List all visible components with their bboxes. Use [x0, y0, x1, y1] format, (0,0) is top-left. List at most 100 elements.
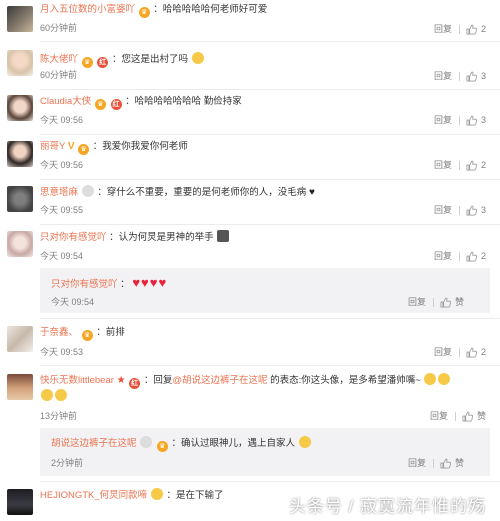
divider [458, 160, 460, 170]
avatar[interactable] [7, 489, 33, 515]
heart-icon: ♥ [141, 275, 149, 290]
crown-icon: ♛ [94, 99, 106, 110]
thumbs-up-icon[interactable] [466, 24, 477, 35]
username[interactable]: 只对你有感觉吖 [40, 232, 107, 243]
avatar[interactable] [7, 374, 33, 400]
divider [458, 347, 460, 357]
avatar[interactable] [7, 326, 33, 352]
divider [458, 251, 460, 261]
comment-text: ：哈哈哈哈哈哈哈 勤俭持家 [125, 96, 242, 107]
heart-icon: ♥ [308, 187, 315, 198]
divider [458, 24, 460, 34]
reply-button[interactable]: 回复 [408, 457, 426, 469]
crown-icon: ♛ [156, 441, 168, 452]
reply-text: ： [120, 279, 130, 290]
thumbs-up-icon[interactable] [440, 297, 451, 308]
divider [432, 458, 434, 468]
username[interactable]: 胡说这边裤子在这呢 [51, 438, 137, 449]
comment-text-prefix: ：回复 [143, 375, 173, 386]
thumbs-up-icon[interactable] [466, 71, 477, 82]
thumbs-up-icon[interactable] [466, 160, 477, 171]
username[interactable]: 于奈鑫、 [40, 327, 78, 338]
comment-text: ：穿什么不重要，重要的是何老师你的人，没毛病 [97, 187, 307, 198]
username[interactable]: 陈大佬吖 [40, 54, 78, 65]
reply-box: 只对你有感觉吖 ： ♥♥♥♥ 今天 09:54 回复 赞 [40, 268, 490, 313]
emoji-icon [150, 488, 163, 500]
crown-icon: ♛ [81, 330, 93, 341]
like-count[interactable]: 2 [481, 159, 486, 171]
laughing-emoji-icon [41, 389, 53, 401]
timestamp: 今天 09:55 [40, 205, 84, 215]
watermark: 头条号 / 寂寞流年惟的殇 [288, 497, 486, 516]
reply-button[interactable]: 回复 [434, 70, 452, 82]
divider [432, 297, 434, 307]
divider [458, 205, 460, 215]
timestamp: 今天 09:53 [40, 347, 84, 357]
reply-button[interactable]: 回复 [434, 250, 452, 262]
username[interactable]: 丽哥Y [40, 141, 65, 152]
divider [458, 115, 460, 125]
laughing-emoji-icon [438, 373, 451, 385]
like-button[interactable]: 赞 [455, 296, 464, 308]
username[interactable]: 快乐无数littlebear [40, 375, 114, 386]
reply-button[interactable]: 回复 [430, 410, 448, 422]
divider [458, 71, 460, 81]
laughing-emoji-icon [424, 373, 437, 385]
thumbs-up-icon[interactable] [466, 205, 477, 216]
reply-button[interactable]: 回复 [434, 114, 452, 126]
thumbs-up-icon[interactable] [462, 411, 473, 422]
like-count[interactable]: 3 [481, 204, 486, 216]
heart-icon: ♥ [132, 275, 141, 290]
emoji-icon [298, 436, 311, 448]
username[interactable]: 思意塔麻 [40, 187, 78, 198]
avatar[interactable] [7, 95, 33, 121]
comment-text: ：是在下输了 [166, 490, 224, 501]
comment-text: ：前排 [96, 327, 125, 338]
like-count[interactable]: 3 [481, 70, 486, 82]
username[interactable]: HEJIONGTK_何炅同款啼 [40, 490, 147, 501]
username[interactable]: 只对你有感觉吖 [51, 279, 118, 290]
divider [40, 318, 500, 319]
avatar[interactable] [7, 231, 33, 257]
thumbs-up-icon[interactable] [466, 347, 477, 358]
reply-button[interactable]: 回复 [434, 346, 452, 358]
comment-text: ：您这是出村了吗 [111, 54, 188, 65]
username[interactable]: Claudia大侠 [40, 96, 91, 107]
like-button[interactable]: 赞 [455, 457, 464, 469]
reply-button[interactable]: 回复 [408, 296, 426, 308]
reply-button[interactable]: 回复 [434, 23, 452, 35]
comment-text: ：我爱你我爱你何老师 [92, 141, 188, 152]
timestamp: 今天 09:54 [51, 297, 95, 307]
laughing-emoji-icon [55, 389, 67, 401]
divider [454, 411, 456, 421]
thumbs-up-icon[interactable] [440, 458, 451, 469]
crown-icon: ♛ [78, 144, 90, 155]
avatar[interactable] [7, 186, 33, 212]
divider [40, 179, 500, 180]
verified-v-icon: V [67, 141, 75, 152]
like-button[interactable]: 赞 [477, 410, 486, 422]
thumbs-up-icon[interactable] [466, 251, 477, 262]
divider [40, 365, 500, 366]
avatar[interactable] [7, 141, 33, 167]
mention-link[interactable]: @胡说这边裤子在这呢 [172, 375, 267, 386]
panda-emoji-icon [81, 185, 94, 197]
timestamp: 今天 09:56 [40, 115, 84, 125]
reply-button[interactable]: 回复 [434, 204, 452, 216]
like-count[interactable]: 2 [481, 346, 486, 358]
username[interactable]: 月入五位数的小富婆吖 [40, 4, 135, 15]
timestamp: 60分钟前 [40, 23, 78, 33]
avatar[interactable] [7, 6, 33, 32]
level-badge-icon: 红 [129, 378, 141, 389]
divider [40, 224, 500, 225]
divider [40, 481, 500, 482]
avatar[interactable] [7, 50, 33, 76]
emoji-icon [191, 52, 204, 64]
star-icon: ★ [116, 375, 126, 386]
reply-button[interactable]: 回复 [434, 159, 452, 171]
thumbs-up-icon[interactable] [466, 115, 477, 126]
like-count[interactable]: 2 [481, 23, 486, 35]
like-count[interactable]: 2 [481, 250, 486, 262]
like-count[interactable]: 3 [481, 114, 486, 126]
comment-text: ：认为何炅是男神的举手 [109, 232, 214, 243]
